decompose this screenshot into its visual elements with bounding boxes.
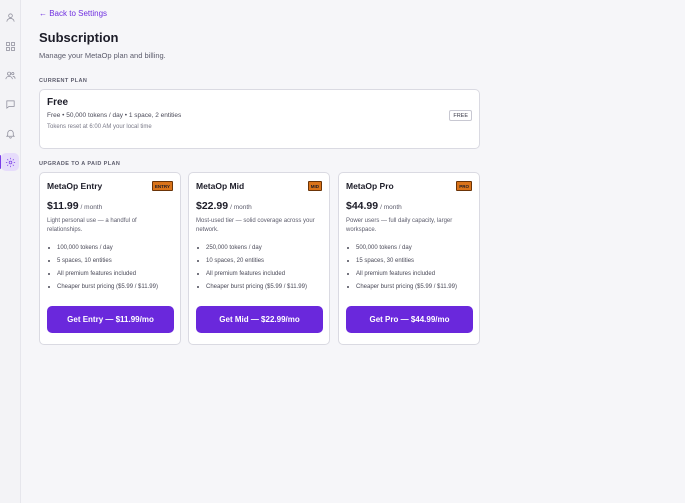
plan-badge: MID <box>307 181 322 191</box>
page-subtitle: Manage your MetaOp plan and billing. <box>39 51 166 60</box>
get-entry-button[interactable]: Get Entry — $11.99/mo <box>47 306 174 333</box>
current-plan-card: Free Free • 50,000 tokens / day • 1 spac… <box>39 89 480 149</box>
plan-name: MetaOp Entry <box>47 181 103 191</box>
plan-feature: 5 spaces, 10 entities <box>48 258 173 264</box>
gear-icon <box>5 157 15 167</box>
sidebar-item-messages[interactable] <box>1 95 19 113</box>
plan-description: Power users — full daily capacity, large… <box>346 218 453 233</box>
plan-feature: All premium features included <box>347 271 472 277</box>
chat-icon <box>5 99 15 109</box>
plan-name: MetaOp Pro <box>346 181 394 191</box>
get-mid-button[interactable]: Get Mid — $22.99/mo <box>196 306 323 333</box>
current-plan-details: Free • 50,000 tokens / day • 1 space, 2 … <box>47 112 182 119</box>
grid-icon <box>5 41 15 51</box>
plan-feature: Cheaper burst pricing ($5.99 / $11.99) <box>347 284 472 290</box>
plan-period: / month <box>230 204 252 211</box>
page-title: Subscription <box>39 30 119 45</box>
sidebar <box>0 0 21 503</box>
plan-price: $44.99 <box>346 200 379 212</box>
sidebar-item-people[interactable] <box>1 66 19 84</box>
user-icon <box>5 12 15 22</box>
plan-cards: MetaOp Entry ENTRY $11.99 / month Light … <box>39 172 480 345</box>
current-plan-section-label: CURRENT PLAN <box>39 78 88 84</box>
plan-card-mid: MetaOp Mid MID $22.99 / month Most-used … <box>188 172 330 345</box>
plan-price: $11.99 <box>47 200 79 212</box>
plan-features: 100,000 tokens / day 5 spaces, 10 entiti… <box>47 245 173 290</box>
sidebar-item-dashboard[interactable] <box>1 37 19 55</box>
plan-period: / month <box>380 204 402 211</box>
plan-feature: All premium features included <box>197 271 322 277</box>
current-plan-reset-note: Tokens reset at 6:00 AM your local time <box>47 124 152 130</box>
back-to-settings-link[interactable]: ← Back to Settings <box>39 9 107 18</box>
plan-feature: All premium features included <box>48 271 173 277</box>
plan-feature: Cheaper burst pricing ($5.99 / $11.99) <box>197 284 322 290</box>
plan-features: 500,000 tokens / day 15 spaces, 30 entit… <box>346 245 472 290</box>
sidebar-item-settings[interactable] <box>0 153 19 171</box>
plan-name: MetaOp Mid <box>196 181 245 191</box>
sidebar-item-profile[interactable] <box>1 8 19 26</box>
plan-period: / month <box>80 204 103 211</box>
plan-feature: 10 spaces, 20 entities <box>197 258 322 264</box>
plan-badge: PRO <box>456 181 472 191</box>
plan-description: Light personal use — a handful of relati… <box>47 218 137 233</box>
plan-card-pro: MetaOp Pro PRO $44.99 / month Power user… <box>338 172 480 345</box>
users-icon <box>5 71 15 79</box>
sidebar-item-notifications[interactable] <box>1 124 19 142</box>
upgrade-section-label: UPGRADE TO A PAID PLAN <box>39 161 121 167</box>
plan-card-entry: MetaOp Entry ENTRY $11.99 / month Light … <box>39 172 181 345</box>
plan-badge: ENTRY <box>151 181 173 191</box>
plan-feature: Cheaper burst pricing ($5.99 / $11.99) <box>48 284 173 290</box>
plan-feature: 500,000 tokens / day <box>347 245 472 251</box>
current-plan-name: Free <box>47 97 69 108</box>
get-pro-button[interactable]: Get Pro — $44.99/mo <box>346 306 473 333</box>
plan-feature: 15 spaces, 30 entities <box>347 258 472 264</box>
current-plan-badge: FREE <box>449 110 472 121</box>
plan-feature: 100,000 tokens / day <box>48 245 173 251</box>
plan-feature: 250,000 tokens / day <box>197 245 322 251</box>
plan-price: $22.99 <box>196 200 229 212</box>
bell-icon <box>5 129 15 138</box>
plan-description: Most-used tier — solid coverage across y… <box>196 218 315 233</box>
plan-features: 250,000 tokens / day 10 spaces, 20 entit… <box>196 245 322 290</box>
